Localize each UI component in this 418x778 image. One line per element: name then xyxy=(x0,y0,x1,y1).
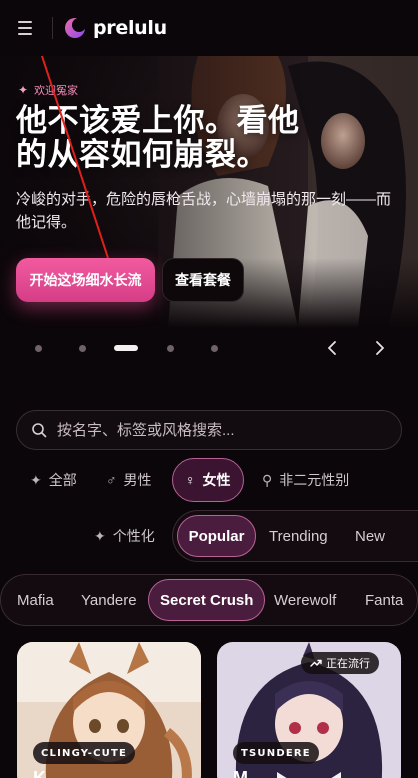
personalized-tab[interactable]: ✦ 个性化 xyxy=(94,510,155,562)
sort-tabs-row: ✦ 个性化 Popular Trending New xyxy=(0,510,418,562)
hero-eyebrow: ✦ 欢迎冤家 xyxy=(18,82,78,98)
personalized-label: 个性化 xyxy=(112,528,155,544)
tag-werewolf[interactable]: Werewolf xyxy=(274,579,336,621)
hero-banner: ✦ 欢迎冤家 他不该爱上你。看他的从容如何崩裂。 冷峻的对手，危险的唇枪舌战，心… xyxy=(0,56,418,328)
carousel-dot[interactable] xyxy=(167,345,174,352)
carousel-dot[interactable] xyxy=(35,345,42,352)
tag-secret-crush[interactable]: Secret Crush xyxy=(148,579,266,621)
tag-filter-row: Mafia Yandere Secret Crush Werewolf Fant… xyxy=(0,574,418,626)
search-bar[interactable] xyxy=(16,410,402,450)
trending-label: 正在流行 xyxy=(326,658,370,670)
character-card[interactable]: CLINGY-CUTE K xyxy=(17,642,201,778)
filter-label: 男性 xyxy=(123,472,152,488)
filter-all[interactable]: ✦ 全部 xyxy=(30,458,77,502)
carousel-controls xyxy=(0,330,418,368)
filter-label: 女性 xyxy=(202,472,231,488)
filter-label: 非二元性别 xyxy=(279,472,350,488)
personality-badge: CLINGY-CUTE xyxy=(33,742,136,764)
tag-mafia[interactable]: Mafia xyxy=(17,579,54,621)
chevron-right-icon[interactable] xyxy=(370,338,390,358)
brand-logo-text[interactable]: prelulu xyxy=(93,17,167,39)
male-icon: ♂ xyxy=(106,472,117,488)
sparkle-icon: ✦ xyxy=(18,83,29,97)
hamburger-menu-icon[interactable] xyxy=(18,19,40,37)
tab-popular[interactable]: Popular xyxy=(177,515,256,557)
tag-fantasy[interactable]: Fanta xyxy=(365,579,403,621)
tab-new[interactable]: New xyxy=(355,515,385,557)
gender-filter-row: ✦ 全部 ♂ 男性 ♀ 女性 ⚲ 非二元性别 xyxy=(0,458,418,502)
carousel-dot[interactable] xyxy=(211,345,218,352)
sparkle-icon: ✦ xyxy=(94,527,106,544)
carousel-dot[interactable] xyxy=(79,345,86,352)
character-card[interactable]: 正在流行 TSUNDERE M xyxy=(217,642,401,778)
character-name: K xyxy=(33,768,46,778)
hero-eyebrow-text: 欢迎冤家 xyxy=(34,85,79,97)
character-name: M xyxy=(233,768,248,778)
filter-label: 全部 xyxy=(48,472,77,488)
hero-title: 他不该爱上你。看他的从容如何崩裂。 xyxy=(16,103,300,173)
view-plans-button[interactable]: 查看套餐 xyxy=(162,258,244,302)
hero-subtitle: 冷峻的对手，危险的唇枪舌战，心墙崩塌的那一刻——而他记得。 xyxy=(16,191,392,231)
trending-up-icon xyxy=(310,659,322,667)
moon-logo-icon[interactable] xyxy=(64,17,86,39)
header-divider xyxy=(52,17,53,39)
search-icon xyxy=(32,423,47,438)
search-input[interactable] xyxy=(57,421,377,439)
personality-badge: TSUNDERE xyxy=(233,742,319,764)
filter-male[interactable]: ♂ 男性 xyxy=(106,458,152,502)
top-header: prelulu xyxy=(0,0,418,56)
trending-badge: 正在流行 xyxy=(301,652,379,674)
tab-trending[interactable]: Trending xyxy=(269,515,328,557)
filter-female[interactable]: ♀ 女性 xyxy=(172,458,244,502)
tag-yandere[interactable]: Yandere xyxy=(81,579,137,621)
nonbinary-icon: ⚲ xyxy=(262,471,273,488)
start-story-button[interactable]: 开始这场细水长流 xyxy=(16,258,155,302)
sparkle-icon: ✦ xyxy=(30,471,42,488)
carousel-dot-active[interactable] xyxy=(114,345,138,351)
filter-nonbinary[interactable]: ⚲ 非二元性别 xyxy=(262,458,349,502)
chevron-left-icon[interactable] xyxy=(322,338,342,358)
female-icon: ♀ xyxy=(185,472,196,488)
